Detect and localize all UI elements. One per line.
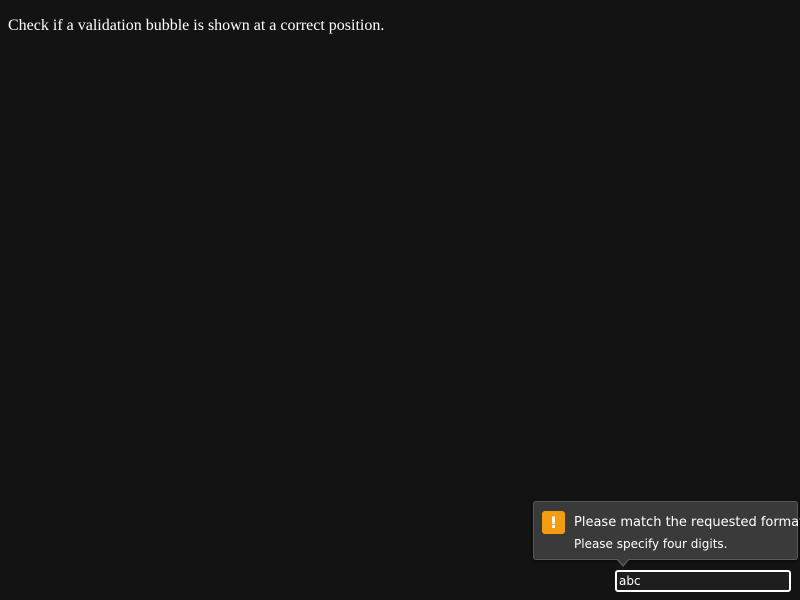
warning-icon: !: [542, 511, 565, 534]
digits-input[interactable]: [615, 570, 791, 592]
validation-message: Please specify four digits.: [574, 537, 728, 551]
validation-bubble: ! Please match the requested format. Ple…: [533, 501, 800, 567]
bubble-arrow-fill: [617, 558, 629, 565]
validation-heading: Please match the requested format.: [574, 515, 800, 530]
page-instruction: Check if a validation bubble is shown at…: [8, 17, 385, 34]
